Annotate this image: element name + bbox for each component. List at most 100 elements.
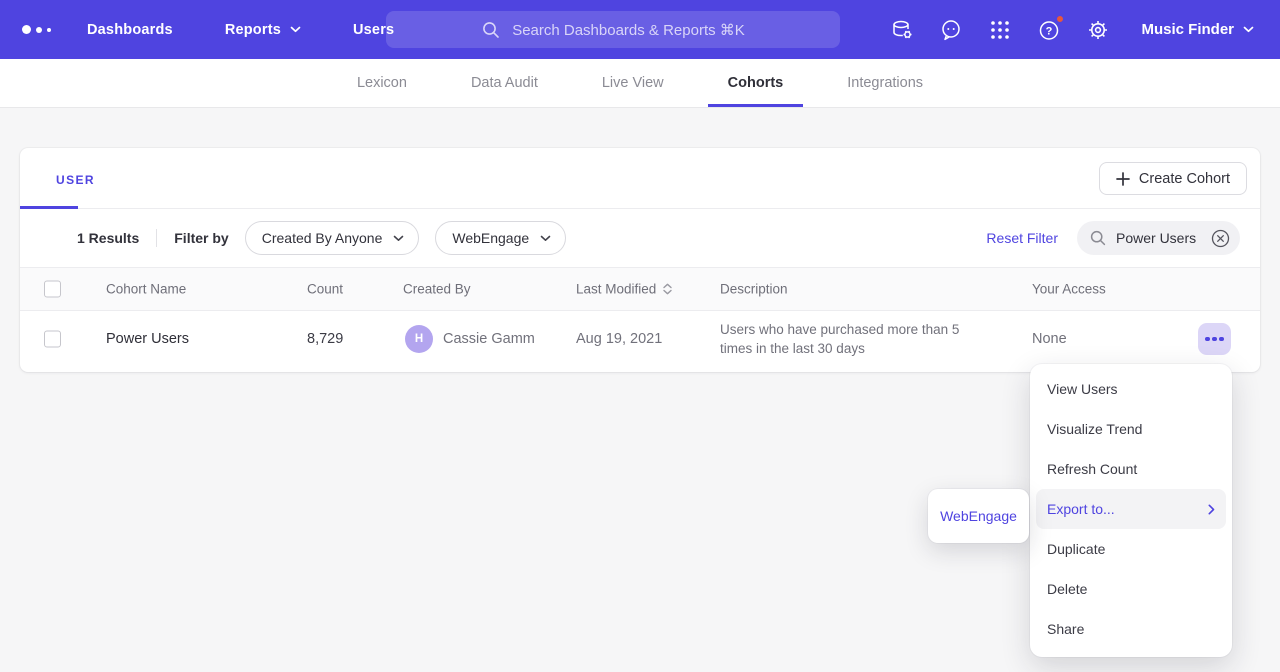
tab-user-cohorts[interactable]: USER	[56, 173, 95, 187]
gear-icon	[1086, 18, 1110, 42]
primary-nav: Dashboards Reports Users	[87, 22, 394, 38]
settings-button[interactable]	[1086, 18, 1110, 42]
project-name: Music Finder	[1141, 21, 1234, 38]
chevron-down-icon	[290, 26, 301, 33]
cohort-description: Users who have purchased more than 5 tim…	[720, 320, 978, 358]
menu-item-label: Export to...	[1047, 501, 1115, 517]
data-settings-button[interactable]	[890, 18, 914, 42]
card-header: USER Create Cohort	[20, 148, 1260, 209]
menu-item-label: View Users	[1047, 381, 1118, 397]
apps-grid-icon	[988, 18, 1012, 42]
plus-icon	[1116, 172, 1130, 186]
column-header-cohort-name: Cohort Name	[106, 282, 186, 297]
nav-item-label: Reports	[225, 22, 281, 38]
search-icon	[481, 20, 501, 40]
last-modified-date: Aug 19, 2021	[576, 331, 662, 347]
project-switcher[interactable]: Music Finder	[1141, 21, 1254, 38]
page: Dashboards Reports Users Search Dashboar…	[0, 0, 1280, 672]
global-search-input[interactable]: Search Dashboards & Reports ⌘K	[386, 11, 840, 48]
apps-button[interactable]	[988, 18, 1012, 42]
section-tabbar: Lexicon Data Audit Live View Cohorts Int…	[0, 59, 1280, 108]
select-all-checkbox[interactable]	[44, 281, 61, 298]
cohort-count: 8,729	[307, 331, 343, 347]
tab-live-view[interactable]: Live View	[582, 59, 684, 107]
menu-item-label: Refresh Count	[1047, 461, 1137, 477]
navbar-right-group: ? Music Finder	[890, 18, 1254, 42]
divider	[156, 229, 157, 247]
menu-item-view-users[interactable]: View Users	[1030, 369, 1232, 409]
column-header-count: Count	[307, 282, 343, 297]
mixpanel-logo-icon[interactable]	[22, 25, 51, 34]
row-checkbox[interactable]	[44, 331, 61, 348]
database-gear-icon	[890, 18, 914, 42]
tab-label: Integrations	[847, 75, 923, 91]
cohort-search-input[interactable]: Power Users	[1077, 221, 1240, 255]
table-row-power-users[interactable]: Power Users 8,729 H Cassie Gamm Aug 19, …	[20, 311, 1260, 367]
menu-item-label: Visualize Trend	[1047, 421, 1142, 437]
integration-filter-value: WebEngage	[452, 230, 529, 246]
create-cohort-button[interactable]: Create Cohort	[1099, 162, 1247, 195]
chevron-down-icon	[1243, 26, 1254, 33]
created-by-dropdown-value: Created By Anyone	[262, 230, 383, 246]
svg-text:?: ?	[1046, 25, 1053, 37]
dot	[1212, 337, 1217, 342]
results-count: 1 Results	[77, 230, 139, 246]
nav-item-label: Dashboards	[87, 22, 173, 38]
column-header-description: Description	[720, 282, 788, 297]
tab-data-audit[interactable]: Data Audit	[451, 59, 558, 107]
filter-by-label: Filter by	[174, 230, 228, 246]
feedback-button[interactable]	[939, 18, 963, 42]
nav-item-dashboards[interactable]: Dashboards	[87, 22, 173, 38]
notification-dot	[1055, 14, 1065, 24]
menu-item-label: Share	[1047, 621, 1084, 637]
cohorts-card: USER Create Cohort 1 Results Filter by C…	[20, 148, 1260, 372]
column-header-label: Last Modified	[576, 282, 656, 297]
menu-item-duplicate[interactable]: Duplicate	[1030, 529, 1232, 569]
tab-lexicon[interactable]: Lexicon	[337, 59, 427, 107]
menu-item-label: Delete	[1047, 581, 1087, 597]
column-header-last-modified[interactable]: Last Modified	[576, 282, 672, 297]
tab-label: Data Audit	[471, 75, 538, 91]
column-header-created-by: Created By	[403, 282, 471, 297]
nav-item-reports[interactable]: Reports	[225, 22, 301, 38]
created-by-cell: H Cassie Gamm	[405, 325, 535, 353]
speech-bubble-icon	[939, 18, 963, 42]
search-icon	[1089, 229, 1107, 247]
tab-label: Lexicon	[357, 75, 407, 91]
row-actions-button[interactable]	[1198, 323, 1231, 355]
menu-item-label: Duplicate	[1047, 541, 1105, 557]
tab-integrations[interactable]: Integrations	[827, 59, 943, 107]
global-search-placeholder: Search Dashboards & Reports ⌘K	[512, 21, 745, 39]
tab-label: Cohorts	[728, 75, 784, 91]
menu-item-visualize-trend[interactable]: Visualize Trend	[1030, 409, 1232, 449]
tab-label: Live View	[602, 75, 664, 91]
help-button[interactable]: ?	[1037, 18, 1061, 42]
submenu-item-webengage[interactable]: WebEngage	[940, 508, 1017, 524]
creator-name: Cassie Gamm	[443, 331, 535, 347]
menu-item-share[interactable]: Share	[1030, 609, 1232, 649]
created-by-dropdown[interactable]: Created By Anyone	[245, 221, 420, 255]
cohort-name[interactable]: Power Users	[106, 331, 189, 347]
reset-filter-link[interactable]: Reset Filter	[986, 230, 1058, 246]
column-header-your-access: Your Access	[1032, 282, 1106, 297]
clear-search-icon[interactable]	[1211, 229, 1230, 248]
access-value: None	[1032, 331, 1067, 347]
menu-item-delete[interactable]: Delete	[1030, 569, 1232, 609]
active-tab-underline	[20, 206, 78, 209]
filter-bar: 1 Results Filter by Created By Anyone We…	[20, 209, 1260, 267]
avatar: H	[405, 325, 433, 353]
chevron-right-icon	[1208, 504, 1215, 515]
create-cohort-label: Create Cohort	[1139, 171, 1230, 187]
menu-item-export-to[interactable]: Export to...	[1036, 489, 1226, 529]
integration-filter-dropdown[interactable]: WebEngage	[435, 221, 566, 255]
sort-icon	[663, 283, 672, 296]
dot	[1219, 337, 1224, 342]
table-header-row: Cohort Name Count Created By Last Modifi…	[20, 267, 1260, 311]
menu-item-refresh-count[interactable]: Refresh Count	[1030, 449, 1232, 489]
chevron-down-icon	[540, 235, 551, 242]
row-actions-menu: View Users Visualize Trend Refresh Count…	[1030, 364, 1232, 657]
tab-cohorts[interactable]: Cohorts	[708, 59, 804, 107]
cohort-search-value: Power Users	[1116, 230, 1202, 246]
export-submenu: WebEngage	[928, 489, 1029, 543]
top-navbar: Dashboards Reports Users Search Dashboar…	[0, 0, 1280, 59]
